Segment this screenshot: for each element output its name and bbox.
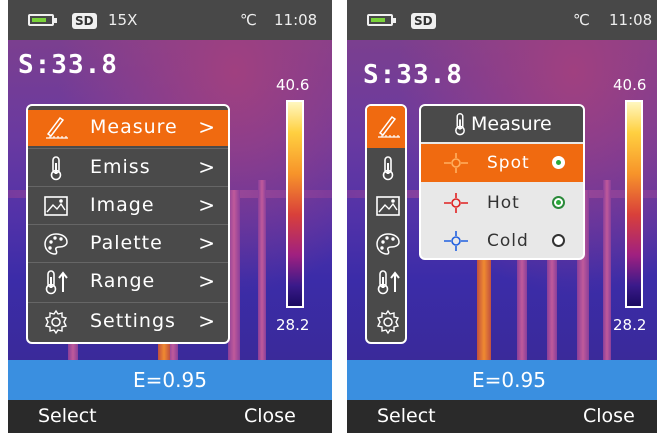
temperature-unit: ℃ [240, 11, 257, 29]
sd-card-icon: SD [411, 13, 436, 29]
gear-icon[interactable] [374, 308, 402, 336]
range-thermometer-icon[interactable] [374, 268, 402, 296]
chevron-right-icon: > [198, 115, 216, 139]
menu-item-label: Settings [90, 310, 176, 332]
battery-icon [367, 14, 396, 26]
scale-max: 40.6 [276, 76, 310, 94]
thermometer-icon[interactable] [374, 154, 402, 182]
spot-temperature: S:33.8 [18, 50, 118, 80]
select-button[interactable]: Select [377, 405, 436, 427]
menu-item-label: Range [90, 270, 156, 292]
radio-checked[interactable] [552, 196, 565, 209]
radio-checked[interactable] [552, 156, 565, 169]
ruler-pencil-icon[interactable] [374, 113, 402, 141]
emissivity-bar: E=0.95 [347, 360, 657, 400]
submenu-title: Measure [471, 113, 552, 135]
color-scale-bar [286, 100, 304, 308]
palette-icon [44, 233, 68, 255]
scale-max: 40.6 [613, 76, 647, 94]
menu-item-label: Image [90, 194, 155, 216]
scale-min: 28.2 [613, 316, 647, 334]
emissivity-bar: E=0.95 [8, 360, 332, 400]
radio-unchecked[interactable] [552, 234, 565, 247]
status-bar: SD ℃ 11:08 [347, 0, 657, 40]
crosshair-red-icon [444, 193, 468, 213]
select-button[interactable]: Select [38, 405, 97, 427]
status-bar: SD 15X ℃ 11:08 [8, 0, 332, 40]
scale-min: 28.2 [276, 316, 310, 334]
image-icon[interactable] [374, 192, 402, 220]
camera-screen-measure-menu: SD ℃ 11:08 S:33.8 40.6 28.2 Measure Spot… [347, 0, 657, 433]
chevron-right-icon: > [198, 269, 216, 293]
option-label: Cold [487, 231, 529, 251]
menu-item-label: Emiss [90, 156, 151, 178]
camera-screen-main-menu: SD 15X ℃ 11:08 S:33.8 40.6 28.2 Measure … [8, 0, 332, 433]
gear-icon [44, 309, 68, 335]
close-button[interactable]: Close [583, 405, 635, 427]
temperature-unit: ℃ [573, 11, 590, 29]
menu-item-measure[interactable]: Measure > [28, 110, 228, 146]
battery-icon [28, 14, 57, 26]
color-scale-bar [625, 100, 643, 308]
chevron-right-icon: > [198, 231, 216, 255]
menu-icon-column [365, 104, 407, 344]
measure-submenu: Measure Spot Hot Cold [419, 104, 585, 260]
option-label: Spot [487, 153, 530, 173]
menu-item-image[interactable]: Image > [28, 188, 228, 224]
option-spot[interactable]: Spot [421, 144, 583, 182]
range-thermometer-icon [45, 270, 68, 295]
main-menu: Measure > Emiss > Image > Palette > Rang… [26, 104, 230, 344]
spot-temperature: S:33.8 [363, 60, 463, 90]
softkey-bar: Select Close [347, 400, 657, 433]
softkey-bar: Select Close [8, 400, 332, 433]
option-label: Hot [487, 193, 520, 213]
clock: 11:08 [274, 11, 318, 29]
submenu-header: Measure [421, 106, 583, 142]
chevron-right-icon: > [198, 193, 216, 217]
menu-item-label: Palette [90, 232, 163, 254]
option-cold[interactable]: Cold [421, 222, 583, 258]
zoom-level: 15X [108, 11, 138, 29]
chevron-right-icon: > [198, 309, 216, 333]
ruler-pencil-icon [46, 116, 68, 139]
crosshair-orange-icon [444, 153, 468, 173]
thermometer-icon [455, 113, 465, 136]
menu-item-settings[interactable]: Settings > [28, 304, 228, 340]
menu-item-palette[interactable]: Palette > [28, 226, 228, 262]
image-icon [44, 196, 68, 216]
option-hot[interactable]: Hot [421, 184, 583, 222]
thermometer-icon [50, 156, 62, 181]
sd-card-icon: SD [72, 13, 97, 29]
menu-item-emiss[interactable]: Emiss > [28, 150, 228, 186]
close-button[interactable]: Close [244, 405, 296, 427]
crosshair-blue-icon [444, 231, 468, 251]
clock: 11:08 [609, 11, 653, 29]
menu-item-range[interactable]: Range > [28, 264, 228, 300]
menu-item-label: Measure [90, 116, 178, 138]
palette-icon[interactable] [374, 230, 402, 258]
chevron-right-icon: > [198, 155, 216, 179]
